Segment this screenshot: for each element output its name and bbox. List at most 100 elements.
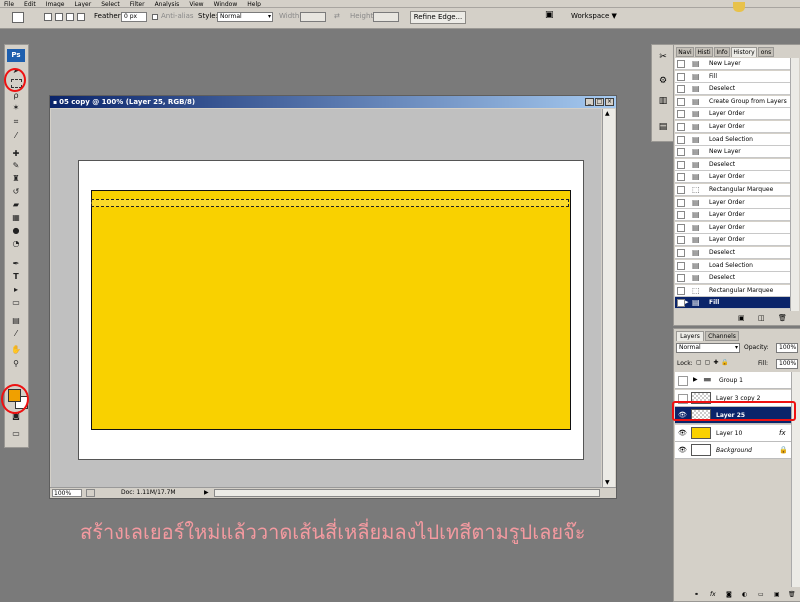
group-icon[interactable]: ▭ [758, 591, 764, 598]
history-checkbox[interactable] [677, 72, 685, 81]
fill-input[interactable]: 100% [776, 359, 798, 369]
height-input[interactable] [373, 12, 399, 22]
history-item[interactable]: ▤ Load Selection [675, 133, 798, 146]
layer-row[interactable]: ▶ ▬ Group 1 [675, 372, 798, 389]
history-item[interactable]: ▤ Deselect [675, 247, 798, 259]
history-item[interactable]: ▤ Layer Order [675, 121, 798, 133]
history-item[interactable]: ▤ New Layer [675, 146, 798, 159]
document-title-bar[interactable]: ▪ 05 copy @ 100% (Layer 25, RGB/8) [50, 96, 616, 108]
blend-mode-select[interactable]: Normal ▾ [676, 343, 740, 353]
history-checkbox[interactable] [677, 186, 685, 194]
marquee-preset-button[interactable] [12, 12, 24, 23]
new-snapshot-icon[interactable]: ◫ [758, 314, 765, 322]
zoom-tool-icon[interactable]: ⚲ [10, 359, 22, 369]
history-checkbox[interactable] [677, 85, 685, 94]
bridge-icon[interactable]: ▣ [545, 10, 554, 20]
type-tool-icon[interactable]: T [10, 272, 22, 282]
eyedropper-tool-icon[interactable]: ⁄ [10, 131, 22, 141]
notes-tool-icon[interactable]: ▤ [10, 316, 22, 326]
history-checkbox[interactable] [677, 236, 685, 245]
history-checkbox[interactable] [677, 211, 685, 220]
history-item[interactable]: ▤ Deselect [675, 272, 798, 285]
history-checkbox[interactable] [677, 60, 685, 68]
history-item[interactable]: ▤ Fill ▸ [675, 297, 798, 310]
history-item[interactable]: ▤ Layer Order [675, 171, 798, 184]
blur-tool-icon[interactable]: ● [10, 226, 22, 236]
canvas-area[interactable] [51, 109, 601, 487]
history-checkbox[interactable] [677, 274, 685, 283]
status-icon[interactable] [86, 489, 95, 497]
history-item[interactable]: ▤ New Layer [675, 58, 798, 70]
history-item[interactable]: ▤ Deselect [675, 158, 798, 171]
history-checkbox[interactable] [677, 160, 685, 169]
width-input[interactable] [300, 12, 326, 22]
tab-ons[interactable]: ons [758, 47, 774, 57]
refine-edge-button[interactable]: Refine Edge... [410, 11, 466, 24]
layer-comps-icon[interactable]: ▤ [657, 121, 669, 133]
lock-icons[interactable]: ▢▢✚🔒 [696, 359, 732, 366]
history-item[interactable]: ▤ Deselect [675, 83, 798, 96]
magic-wand-tool-icon[interactable]: ✶ [10, 103, 22, 113]
trash-icon[interactable]: 🗑 [788, 591, 796, 598]
eye-icon[interactable]: 👁 [678, 446, 688, 454]
link-icon[interactable]: ⚭ [694, 591, 699, 598]
history-brush-tool-icon[interactable]: ↺ [10, 187, 22, 197]
new-document-icon[interactable]: ▣ [738, 314, 745, 322]
pen-tool-icon[interactable]: ✒ [10, 259, 22, 269]
antialias-checkbox[interactable] [152, 14, 158, 20]
expand-triangle-icon[interactable]: ▶ [693, 376, 698, 383]
history-item[interactable]: ▤ Layer Order [675, 221, 798, 234]
new-selection-icon[interactable] [44, 13, 52, 21]
history-item[interactable]: ▤ Layer Order [675, 234, 798, 247]
feather-input[interactable]: 0 px [121, 12, 147, 22]
history-item[interactable]: ▤ Layer Order [675, 196, 798, 209]
dodge-tool-icon[interactable]: ◔ [10, 239, 22, 249]
history-item[interactable]: ▤ Load Selection [675, 259, 798, 272]
tab-history[interactable]: History [731, 47, 757, 57]
fx-icon[interactable]: fx [710, 591, 716, 598]
history-checkbox[interactable] [677, 110, 685, 119]
visibility-toggle[interactable] [678, 376, 688, 386]
workspace-button[interactable]: Workspace ▼ [571, 12, 617, 20]
tab-info[interactable]: Info [714, 47, 730, 57]
history-checkbox[interactable] [677, 261, 685, 270]
tab-histi[interactable]: Histi [695, 47, 713, 57]
history-state-arrow-icon[interactable]: ▸ [685, 298, 689, 306]
tools-preset-icon[interactable]: ✂ [657, 51, 669, 63]
brushes-icon[interactable]: ⚙ [657, 75, 669, 87]
hand-tool-icon[interactable]: ✋ [10, 345, 22, 355]
fx-badge[interactable]: fx [779, 425, 786, 442]
history-scrollbar[interactable] [790, 58, 799, 311]
minimize-button[interactable]: _ [585, 98, 594, 106]
maximize-button[interactable]: □ [595, 98, 604, 106]
brush-tool-icon[interactable]: ✎ [10, 161, 22, 171]
history-item[interactable]: ▤ Layer Order [675, 209, 798, 222]
history-item[interactable]: ▤ Fill [675, 70, 798, 83]
intersect-selection-icon[interactable] [77, 13, 85, 21]
lasso-tool-icon[interactable]: ρ [10, 91, 22, 101]
history-checkbox[interactable] [677, 173, 685, 182]
history-item[interactable]: ▤ Layer Order [675, 108, 798, 121]
vertical-scrollbar[interactable]: ▲ ▼ [602, 109, 615, 487]
history-item[interactable]: ▤ Create Group from Layers [675, 95, 798, 108]
history-checkbox[interactable] [677, 148, 685, 157]
eye-icon[interactable]: 👁 [678, 429, 688, 437]
status-menu-icon[interactable]: ▶ [203, 489, 211, 497]
scroll-down-icon[interactable]: ▼ [605, 479, 610, 486]
shape-tool-icon[interactable]: ▭ [10, 298, 22, 308]
history-item[interactable]: ⬚ Rectangular Marquee [675, 284, 798, 297]
color-icon[interactable]: ▥ [657, 95, 669, 107]
tab-layers[interactable]: Layers [676, 331, 704, 341]
tab-navi[interactable]: Navi [676, 47, 694, 57]
mask-icon[interactable]: ◙ [726, 591, 732, 598]
adjustment-icon[interactable]: ◐ [742, 591, 747, 598]
screen-mode-icon[interactable]: ▭ [10, 429, 22, 439]
history-checkbox[interactable] [677, 223, 685, 232]
scroll-up-icon[interactable]: ▲ [605, 110, 610, 117]
foreground-color-swatch[interactable] [8, 389, 21, 402]
history-item[interactable]: ⬚ Rectangular Marquee [675, 184, 798, 196]
path-selection-tool-icon[interactable]: ▸ [10, 285, 22, 295]
history-checkbox[interactable] [677, 299, 685, 308]
trash-icon[interactable]: 🗑 [778, 314, 787, 322]
history-checkbox[interactable] [677, 198, 685, 207]
